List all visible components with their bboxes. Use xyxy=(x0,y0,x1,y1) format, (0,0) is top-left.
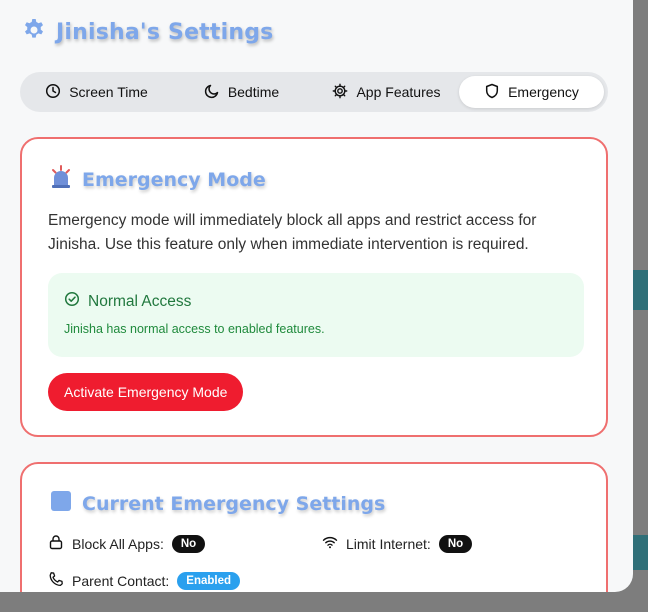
settings-panel: Jinisha's Settings Screen Time Bedtime A… xyxy=(0,0,633,592)
tab-screen-time[interactable]: Screen Time xyxy=(24,76,169,108)
setting-label: Limit Internet: xyxy=(346,535,431,552)
clock-icon xyxy=(45,83,61,102)
status-message: Jinisha has normal access to enabled fea… xyxy=(64,322,325,336)
status-badge: No xyxy=(171,534,206,553)
tab-label: App Features xyxy=(356,84,441,100)
card-title: Emergency Mode xyxy=(82,168,266,191)
tab-label: Screen Time xyxy=(69,84,148,100)
tab-app-features[interactable]: App Features xyxy=(314,76,459,108)
page-header: Jinisha's Settings xyxy=(22,14,273,50)
emergency-description: Emergency mode will immediately block al… xyxy=(48,212,537,253)
gear-icon xyxy=(332,83,348,102)
setting-limit-internet: Limit Internet: No xyxy=(322,534,473,553)
setting-block-all-apps: Block All Apps: No xyxy=(48,534,206,553)
status-badge: No xyxy=(438,534,473,553)
status-box: Normal Access Jinisha has normal access … xyxy=(48,273,584,357)
status-header: Normal Access xyxy=(64,291,191,312)
siren-icon xyxy=(50,165,72,194)
tab-bedtime[interactable]: Bedtime xyxy=(169,76,314,108)
emergency-mode-card: Emergency Mode Emergency mode will immed… xyxy=(20,137,608,437)
tab-label: Emergency xyxy=(508,84,579,100)
moon-icon xyxy=(204,83,220,102)
setting-parent-contact: Parent Contact: Enabled xyxy=(48,571,241,590)
shield-icon xyxy=(484,83,500,102)
setting-label: Block All Apps: xyxy=(72,535,164,552)
setting-label: Parent Contact: xyxy=(72,572,170,589)
wifi-icon xyxy=(322,534,338,553)
current-settings-card: Current Emergency Settings Block All App… xyxy=(20,462,608,592)
gear-icon xyxy=(22,18,46,47)
phone-icon xyxy=(48,571,64,590)
card-header: Emergency Mode xyxy=(50,165,266,194)
page-title: Jinisha's Settings xyxy=(56,19,274,45)
tab-label: Bedtime xyxy=(227,84,280,100)
tab-emergency[interactable]: Emergency xyxy=(459,76,604,108)
activate-emergency-button[interactable]: Activate Emergency Mode xyxy=(48,373,244,411)
status-title: Normal Access xyxy=(88,292,192,310)
settings-tabs: Screen Time Bedtime App Features Emergen… xyxy=(20,72,608,112)
status-badge: Enabled xyxy=(177,571,241,590)
card-header: Current Emergency Settings xyxy=(50,490,385,517)
lock-icon xyxy=(48,534,64,553)
card-title: Current Emergency Settings xyxy=(82,492,386,515)
square-icon xyxy=(50,490,72,517)
check-circle-icon xyxy=(64,291,80,312)
